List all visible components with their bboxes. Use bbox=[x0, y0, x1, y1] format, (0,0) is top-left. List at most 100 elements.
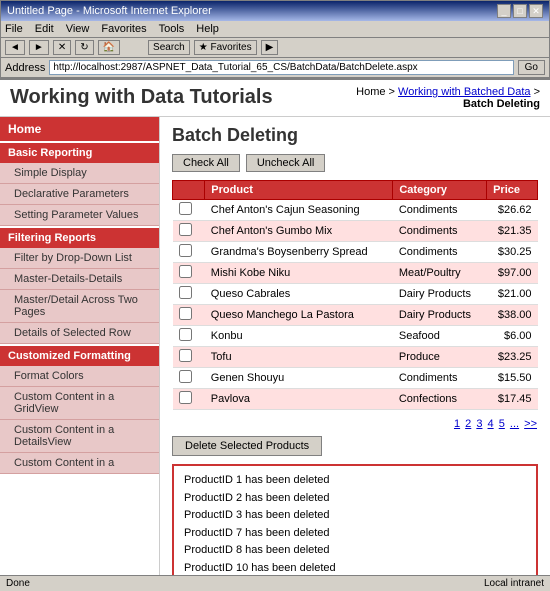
deletion-log-entry: ProductID 7 has been deleted bbox=[184, 525, 526, 543]
delete-selected-button[interactable]: Delete Selected Products bbox=[172, 436, 322, 456]
breadcrumb-home: Home > bbox=[356, 86, 398, 98]
sidebar-item-custom-content-gridview[interactable]: Custom Content in a GridView bbox=[0, 387, 159, 420]
row-checkbox-cell bbox=[173, 347, 205, 368]
forward-button[interactable]: ► bbox=[29, 40, 49, 55]
row-checkbox[interactable] bbox=[179, 328, 192, 341]
back-button[interactable]: ◄ bbox=[5, 40, 25, 55]
row-price: $26.62 bbox=[487, 200, 538, 221]
row-product: Queso Manchego La Pastora bbox=[205, 305, 393, 326]
sidebar-home[interactable]: Home bbox=[0, 117, 159, 141]
sidebar-item-master-detail-two-pages[interactable]: Master/Detail Across Two Pages bbox=[0, 290, 159, 323]
minimize-button[interactable]: _ bbox=[497, 4, 511, 18]
deletion-log-entry: ProductID 8 has been deleted bbox=[184, 542, 526, 560]
check-buttons: Check All Uncheck All bbox=[172, 154, 538, 172]
deletion-log-entry: ProductID 10 has been deleted bbox=[184, 560, 526, 575]
row-checkbox[interactable] bbox=[179, 286, 192, 299]
go-button[interactable]: Go bbox=[518, 60, 545, 75]
row-checkbox-cell bbox=[173, 326, 205, 347]
table-row: Grandma's Boysenberry Spread Condiments … bbox=[173, 242, 538, 263]
row-price: $23.25 bbox=[487, 347, 538, 368]
table-row: Mishi Kobe Niku Meat/Poultry $97.00 bbox=[173, 263, 538, 284]
row-checkbox-cell bbox=[173, 368, 205, 389]
sidebar-section-customized-formatting[interactable]: Customized Formatting bbox=[0, 346, 159, 366]
favorites-button[interactable]: ★ Favorites bbox=[194, 40, 257, 55]
uncheck-all-button[interactable]: Uncheck All bbox=[246, 154, 325, 172]
page-2[interactable]: 2 bbox=[465, 418, 471, 430]
status-zone: Local intranet bbox=[484, 578, 544, 589]
breadcrumb-link[interactable]: Working with Batched Data bbox=[398, 86, 530, 98]
sidebar: Home Basic Reporting Simple Display Decl… bbox=[0, 117, 160, 575]
address-input[interactable] bbox=[49, 60, 513, 75]
row-checkbox[interactable] bbox=[179, 223, 192, 236]
toolbar: ◄ ► ✕ ↻ 🏠 Search ★ Favorites ▶ bbox=[1, 38, 549, 58]
row-checkbox[interactable] bbox=[179, 244, 192, 257]
sidebar-item-master-details[interactable]: Master-Details-Details bbox=[0, 269, 159, 290]
row-category: Dairy Products bbox=[393, 284, 487, 305]
sidebar-item-details-selected-row[interactable]: Details of Selected Row bbox=[0, 323, 159, 344]
row-checkbox[interactable] bbox=[179, 202, 192, 215]
page-4[interactable]: 4 bbox=[488, 418, 494, 430]
row-category: Seafood bbox=[393, 326, 487, 347]
menu-edit[interactable]: Edit bbox=[35, 23, 54, 35]
deletion-log-entry: ProductID 3 has been deleted bbox=[184, 507, 526, 525]
menu-bar: File Edit View Favorites Tools Help bbox=[1, 21, 549, 38]
home-button[interactable]: 🏠 bbox=[98, 40, 120, 55]
breadcrumb: Home > Working with Batched Data > Batch… bbox=[356, 86, 540, 110]
row-category: Dairy Products bbox=[393, 305, 487, 326]
sidebar-item-format-colors[interactable]: Format Colors bbox=[0, 366, 159, 387]
sidebar-item-simple-display[interactable]: Simple Display bbox=[0, 163, 159, 184]
close-button[interactable]: ✕ bbox=[529, 4, 543, 18]
row-price: $6.00 bbox=[487, 326, 538, 347]
stop-button[interactable]: ✕ bbox=[53, 40, 71, 55]
page-3[interactable]: 3 bbox=[476, 418, 482, 430]
page-5[interactable]: 5 bbox=[499, 418, 505, 430]
table-row: Chef Anton's Cajun Seasoning Condiments … bbox=[173, 200, 538, 221]
media-button[interactable]: ▶ bbox=[261, 40, 279, 55]
row-product: Chef Anton's Gumbo Mix bbox=[205, 221, 393, 242]
menu-tools[interactable]: Tools bbox=[159, 23, 185, 35]
check-all-button[interactable]: Check All bbox=[172, 154, 240, 172]
sidebar-item-custom-content[interactable]: Custom Content in a bbox=[0, 453, 159, 474]
row-checkbox[interactable] bbox=[179, 349, 192, 362]
deletion-log-entry: ProductID 1 has been deleted bbox=[184, 472, 526, 490]
row-price: $17.45 bbox=[487, 389, 538, 410]
sidebar-item-filter-by-dropdown[interactable]: Filter by Drop-Down List bbox=[0, 248, 159, 269]
row-category: Confections bbox=[393, 389, 487, 410]
main-content: Batch Deleting Check All Uncheck All Pro… bbox=[160, 117, 550, 575]
deletion-log: ProductID 1 has been deletedProductID 2 … bbox=[172, 464, 538, 575]
sidebar-item-setting-parameter-values[interactable]: Setting Parameter Values bbox=[0, 205, 159, 226]
row-checkbox-cell bbox=[173, 284, 205, 305]
row-checkbox-cell bbox=[173, 242, 205, 263]
row-category: Condiments bbox=[393, 200, 487, 221]
sidebar-item-custom-content-detailsview[interactable]: Custom Content in a DetailsView bbox=[0, 420, 159, 453]
row-checkbox[interactable] bbox=[179, 391, 192, 404]
table-row: Tofu Produce $23.25 bbox=[173, 347, 538, 368]
row-category: Produce bbox=[393, 347, 487, 368]
title-bar: Untitled Page - Microsoft Internet Explo… bbox=[1, 1, 549, 21]
sidebar-section-basic-reporting[interactable]: Basic Reporting bbox=[0, 143, 159, 163]
page-next[interactable]: >> bbox=[524, 418, 537, 430]
refresh-button[interactable]: ↻ bbox=[75, 40, 93, 55]
row-price: $15.50 bbox=[487, 368, 538, 389]
sidebar-section-filtering-reports[interactable]: Filtering Reports bbox=[0, 228, 159, 248]
table-row: Konbu Seafood $6.00 bbox=[173, 326, 538, 347]
row-checkbox[interactable] bbox=[179, 370, 192, 383]
page-1[interactable]: 1 bbox=[454, 418, 460, 430]
menu-file[interactable]: File bbox=[5, 23, 23, 35]
menu-favorites[interactable]: Favorites bbox=[101, 23, 146, 35]
row-price: $97.00 bbox=[487, 263, 538, 284]
row-category: Condiments bbox=[393, 368, 487, 389]
maximize-button[interactable]: □ bbox=[513, 4, 527, 18]
table-row: Chef Anton's Gumbo Mix Condiments $21.35 bbox=[173, 221, 538, 242]
row-category: Condiments bbox=[393, 242, 487, 263]
search-button[interactable]: Search bbox=[148, 40, 190, 55]
menu-help[interactable]: Help bbox=[196, 23, 219, 35]
row-checkbox[interactable] bbox=[179, 265, 192, 278]
row-category: Meat/Poultry bbox=[393, 263, 487, 284]
row-price: $38.00 bbox=[487, 305, 538, 326]
breadcrumb-sep: > bbox=[531, 86, 540, 98]
row-checkbox[interactable] bbox=[179, 307, 192, 320]
menu-view[interactable]: View bbox=[66, 23, 90, 35]
page-ellipsis[interactable]: ... bbox=[510, 418, 519, 430]
sidebar-item-declarative-parameters[interactable]: Declarative Parameters bbox=[0, 184, 159, 205]
